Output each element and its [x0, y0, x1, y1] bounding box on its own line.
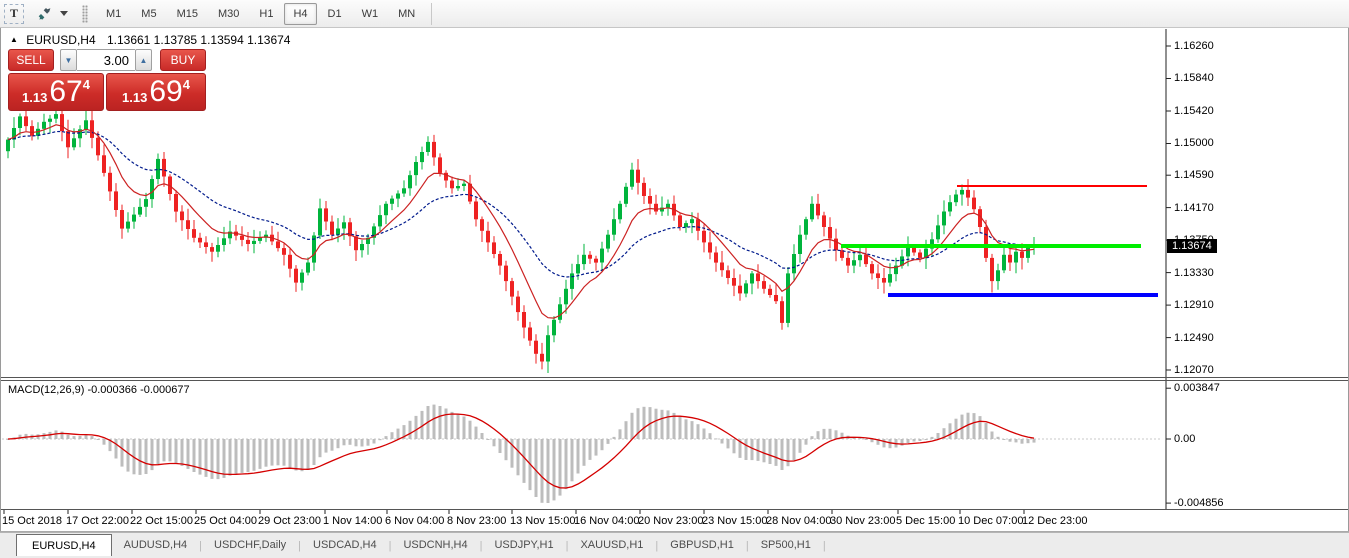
chart-tab-usdjpyh1[interactable]: USDJPY,H1 — [482, 535, 565, 555]
time-axis-label: 16 Nov 04:00 — [574, 515, 640, 527]
volume-stepper: ▼ ▲ — [60, 49, 152, 71]
time-axis-label: 10 Dec 07:00 — [958, 515, 1024, 527]
chart-tab-usdcnhh4[interactable]: USDCNH,H4 — [391, 535, 479, 555]
volume-decrease-button[interactable]: ▼ — [60, 49, 77, 71]
time-axis-label: 25 Oct 04:00 — [194, 515, 257, 527]
price-axis-label: 1.14590 — [1174, 169, 1214, 182]
chart-tab-bar: EURUSD,H4 AUDUSD,H4 | USDCHF,Daily | USDCAD,H… — [0, 532, 1349, 558]
timeframe-button-H1[interactable]: H1 — [250, 3, 282, 25]
time-axis-label: 22 Oct 15:00 — [130, 515, 193, 527]
volume-input[interactable] — [77, 49, 135, 71]
time-axis-label: 12 Dec 23:00 — [1022, 515, 1088, 527]
buy-price-button[interactable]: 1.13 69 4 — [106, 73, 206, 111]
buy-price-big: 69 — [149, 75, 183, 108]
price-axis-label: 1.12490 — [1174, 331, 1214, 344]
chart-ohlc-values: 1.13661 1.13785 1.13594 1.13674 — [106, 33, 291, 47]
buy-button[interactable]: BUY — [160, 49, 206, 71]
volume-increase-button[interactable]: ▲ — [135, 49, 152, 71]
timeframe-button-M1[interactable]: M1 — [97, 3, 130, 25]
toolbar: T M1 M5 M15 M30 H1 H4 D1 W1 MN — [0, 0, 1349, 28]
time-axis-label: 20 Nov 23:00 — [638, 515, 704, 527]
price-axis-label: 1.12070 — [1174, 364, 1214, 377]
sell-price-big: 67 — [49, 75, 83, 108]
time-axis-label: 8 Nov 23:00 — [447, 515, 507, 527]
diamond-arrows-glyph — [38, 7, 51, 20]
price-axis-label: 1.13330 — [1174, 266, 1214, 279]
time-axis-label: 13 Nov 15:00 — [510, 515, 576, 527]
price-axis-label: 1.15000 — [1174, 137, 1214, 150]
timeframe-button-M15[interactable]: M15 — [168, 3, 207, 25]
chart-tab-sp500h1[interactable]: SP500,H1 — [749, 535, 823, 555]
buy-price-pip: 4 — [182, 77, 190, 92]
timeframe-button-group: M1 M5 M15 M30 H1 H4 D1 W1 MN — [96, 2, 425, 25]
macd-axis-label: 0.00 — [1174, 433, 1196, 445]
time-axis-label: 23 Nov 15:00 — [702, 515, 768, 527]
sell-price-pip: 4 — [82, 77, 90, 92]
timeframe-button-M30[interactable]: M30 — [209, 3, 248, 25]
price-axis-label: 1.15420 — [1174, 104, 1214, 117]
window-collapse-icon[interactable]: ▲ — [10, 35, 18, 44]
time-axis-label: 30 Nov 23:00 — [830, 515, 896, 527]
time-axis-label: 15 Oct 2018 — [2, 515, 62, 527]
time-axis-label: 1 Nov 14:00 — [323, 515, 383, 527]
macd-axis-label: 0.003847 — [1174, 382, 1220, 395]
chart-symbol-label: EURUSD,H4 — [26, 33, 96, 47]
chart-tab-audusdh4[interactable]: AUDUSD,H4 — [112, 535, 200, 555]
chart-header: ▲ EURUSD,H4 1.13661 1.13785 1.13594 1.13… — [10, 33, 290, 47]
text-tool-icon[interactable]: T — [4, 3, 24, 24]
toolbar-separator — [431, 2, 433, 25]
chart-tab-usdcadh4[interactable]: USDCAD,H4 — [301, 535, 389, 555]
chart-tab-usdchfdaily[interactable]: USDCHF,Daily — [202, 535, 298, 555]
price-axis-label: 1.12910 — [1174, 299, 1214, 312]
timeframe-button-H4[interactable]: H4 — [284, 2, 317, 25]
time-axis-label: 6 Nov 04:00 — [385, 515, 445, 527]
buy-price-prefix: 1.13 — [122, 90, 148, 105]
time-axis-label: 5 Dec 15:00 — [896, 515, 956, 527]
chart-tab-eurusdh4[interactable]: EURUSD,H4 — [16, 534, 112, 556]
time-axis-label: 29 Oct 23:00 — [258, 515, 321, 527]
timeframe-button-D1[interactable]: D1 — [319, 3, 351, 25]
one-click-trading-panel: SELL ▼ ▲ BUY 1.13 67 4 1.13 69 4 — [8, 49, 206, 111]
toolbar-grip[interactable] — [82, 4, 88, 23]
sell-price-prefix: 1.13 — [22, 90, 48, 105]
tab-separator: | — [822, 540, 826, 552]
macd-indicator-label: MACD(12,26,9) -0.000366 -0.000677 — [8, 384, 190, 396]
timeframe-button-W1[interactable]: W1 — [353, 3, 388, 25]
sell-price-button[interactable]: 1.13 67 4 — [8, 73, 104, 111]
dropdown-caret-icon[interactable] — [60, 11, 68, 16]
time-axis-label: 28 Nov 04:00 — [766, 515, 832, 527]
price-axis-label: 1.15840 — [1174, 72, 1214, 85]
timeframe-button-M5[interactable]: M5 — [132, 3, 165, 25]
diamond-arrows-icon[interactable] — [36, 5, 54, 23]
chart-tab-xauusdh1[interactable]: XAUUSD,H1 — [568, 535, 655, 555]
timeframe-button-MN[interactable]: MN — [389, 3, 424, 25]
price-axis-label: 1.16260 — [1174, 40, 1214, 52]
current-price-tag: 1.13674 — [1167, 239, 1217, 253]
macd-axis-label: -0.004856 — [1174, 497, 1224, 510]
sell-button[interactable]: SELL — [8, 49, 54, 71]
chart-tab-gbpusdh1[interactable]: GBPUSD,H1 — [658, 535, 746, 555]
time-axis-label: 17 Oct 22:00 — [66, 515, 129, 527]
price-axis-label: 1.14170 — [1174, 201, 1214, 214]
